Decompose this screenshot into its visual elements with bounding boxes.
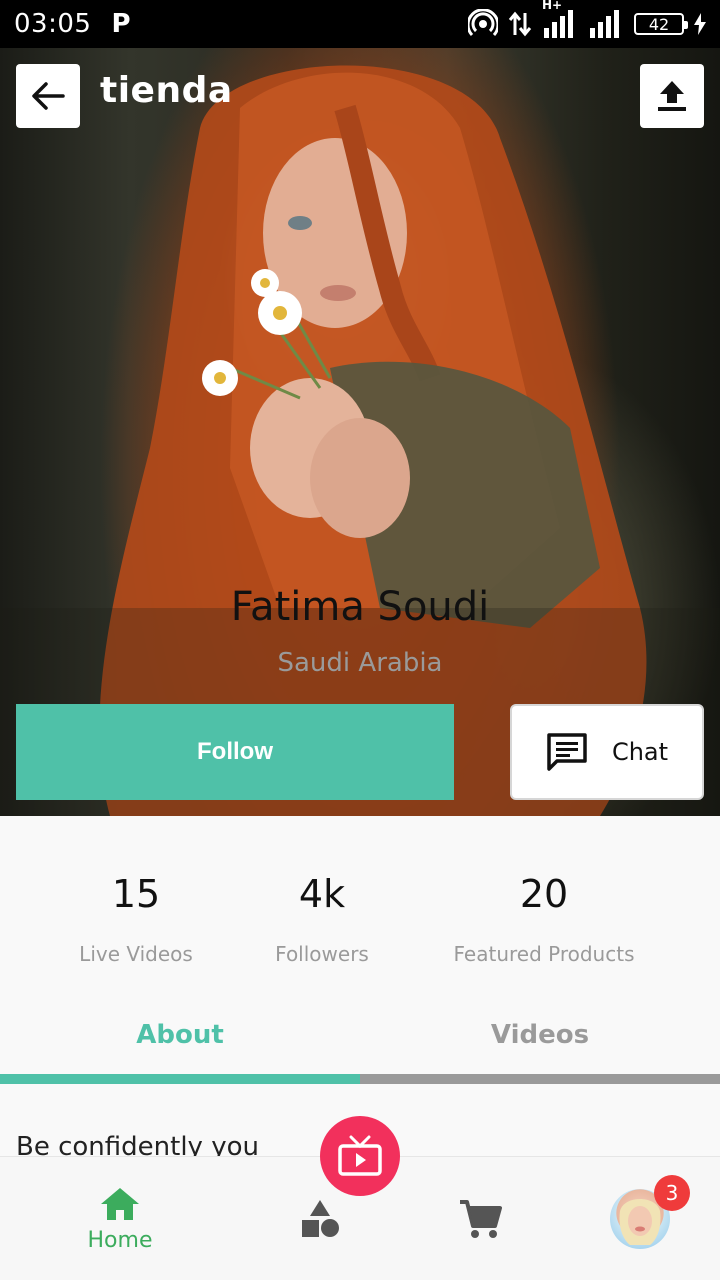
live-tv-icon	[338, 1135, 382, 1176]
nav-cart[interactable]	[440, 1157, 520, 1280]
stat-label: Followers	[275, 942, 369, 966]
notification-badge: 3	[654, 1175, 690, 1211]
profile-stats: 15 Live Videos 4k Followers 20 Featured …	[0, 816, 720, 996]
profile-tabs: About Videos	[0, 996, 720, 1084]
chat-button[interactable]: Chat	[510, 704, 704, 800]
home-icon	[101, 1187, 139, 1220]
nav-home-label: Home	[87, 1227, 153, 1253]
notification-icon: P	[111, 9, 131, 39]
signal-icon-2	[590, 10, 619, 38]
tab-indicator-active	[0, 1074, 360, 1084]
tab-videos[interactable]: Videos	[360, 996, 720, 1074]
battery-level: 42	[648, 14, 670, 34]
stat-followers[interactable]: 4k Followers	[242, 872, 402, 966]
stat-value: 20	[519, 872, 569, 916]
profile-cover-photo	[0, 65, 720, 816]
stat-label: Live Videos	[79, 942, 193, 966]
signal-icon	[544, 10, 573, 38]
profile-name: Fatima Soudi	[230, 584, 490, 630]
chat-label: Chat	[611, 738, 669, 766]
stat-live-videos[interactable]: 15 Live Videos	[56, 872, 216, 966]
upload-icon	[658, 81, 686, 111]
share-button[interactable]	[640, 64, 704, 128]
battery-icon: 42	[634, 13, 688, 35]
stat-featured-products[interactable]: 20 Featured Products	[424, 872, 664, 966]
profile-country: Saudi Arabia	[277, 648, 443, 678]
status-time: 03:05	[14, 9, 92, 39]
stat-value: 4k	[298, 872, 346, 916]
stat-label: Featured Products	[453, 942, 635, 966]
nav-home[interactable]: Home	[60, 1157, 180, 1280]
shapes-icon	[302, 1200, 339, 1237]
arrow-left-icon	[32, 82, 65, 110]
status-bar: 03:05 P H+ 42	[0, 0, 720, 48]
network-type: H+	[542, 0, 563, 12]
charging-icon	[694, 13, 706, 35]
cart-icon	[460, 1200, 502, 1238]
profile-hero: tienda Fatima Soudi Saudi Arabia Follow …	[0, 48, 720, 816]
data-transfer-icon	[508, 11, 532, 37]
signal-h-plus: H+	[542, 0, 578, 38]
follow-button[interactable]: Follow	[16, 704, 454, 800]
tab-about[interactable]: About	[0, 996, 360, 1074]
stat-value: 15	[111, 872, 161, 916]
live-tv-button[interactable]	[320, 1116, 400, 1196]
status-icons: H+ 42	[468, 0, 706, 39]
tab-indicator-inactive	[360, 1074, 720, 1084]
back-button[interactable]	[16, 64, 80, 128]
chat-icon	[547, 733, 587, 771]
brand-title: tienda	[100, 70, 233, 111]
hotspot-icon	[468, 9, 498, 37]
